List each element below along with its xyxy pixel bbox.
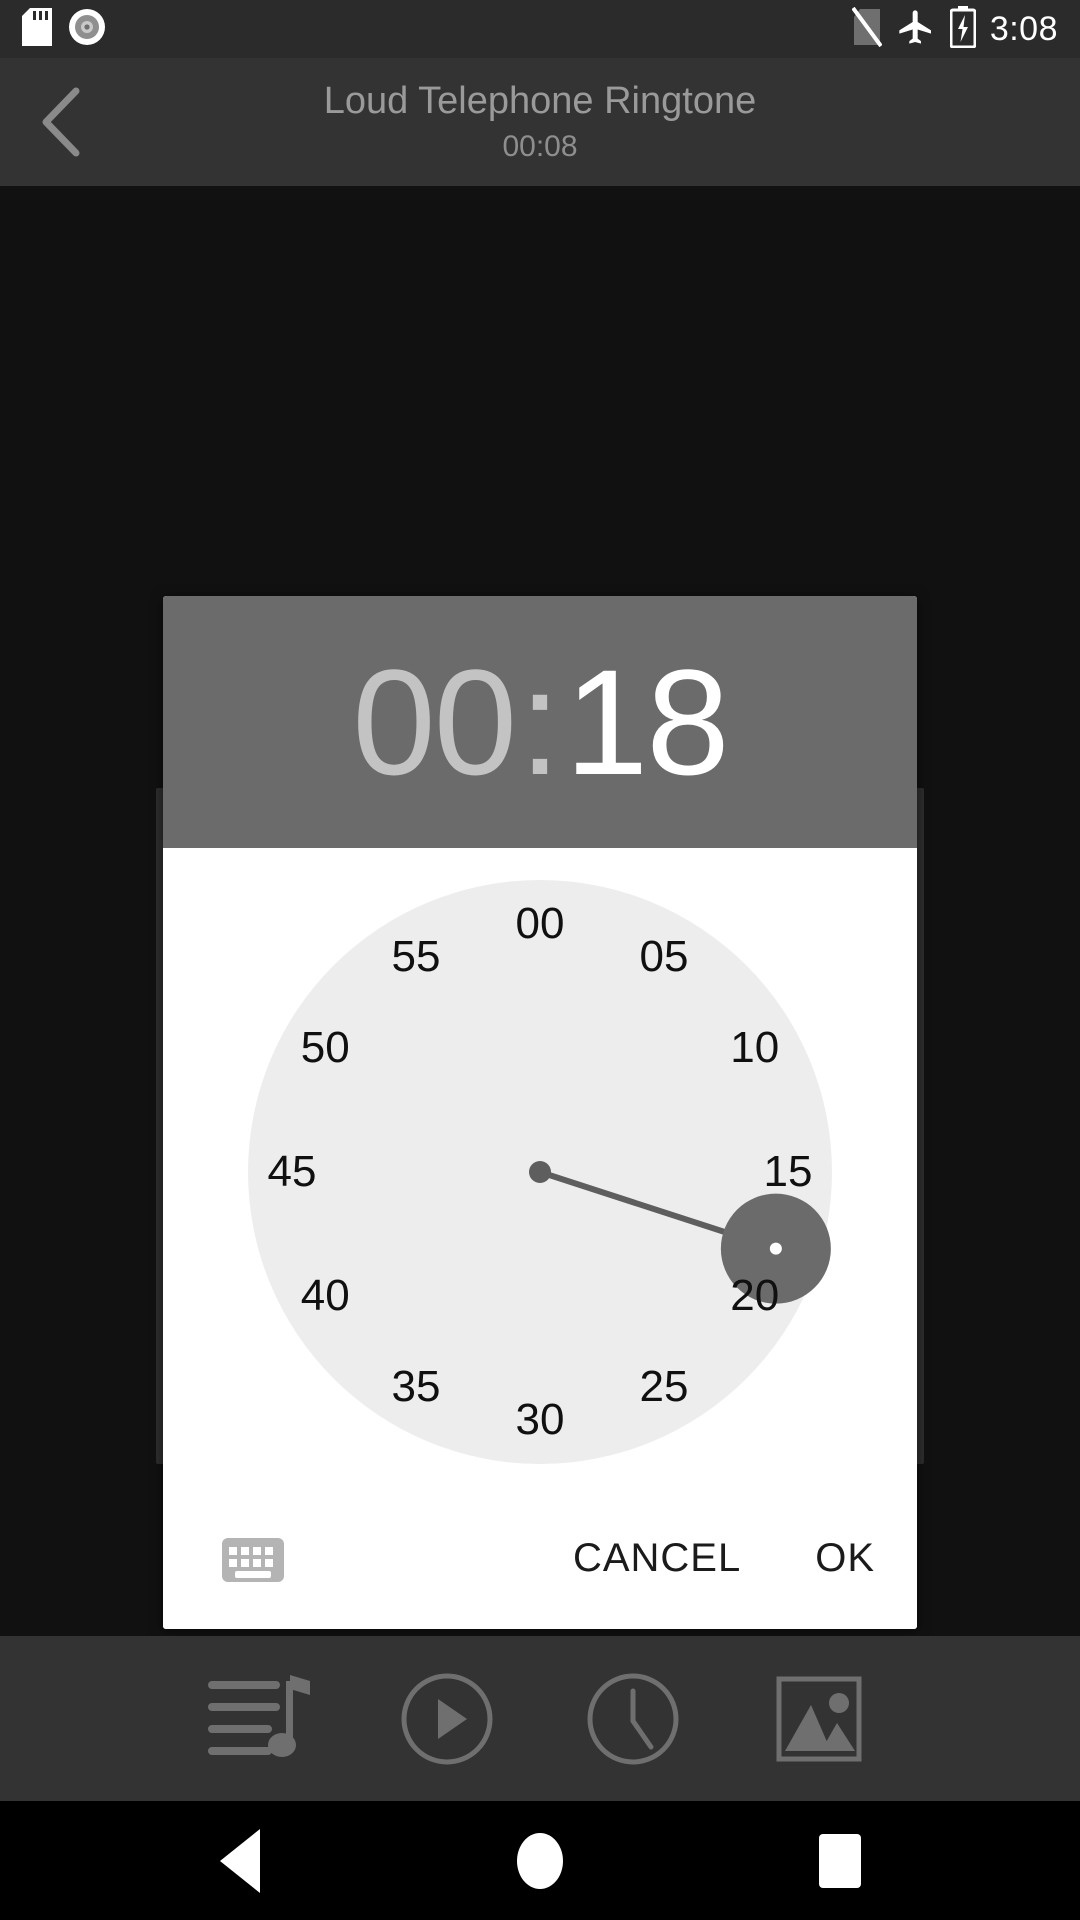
content-area: 00 : 18 00 05 10 15 20 25 30 35 40 45 50 55 — [0, 186, 1080, 1636]
time-separator: : — [519, 638, 561, 806]
page-title: Loud Telephone Ringtone — [323, 80, 757, 123]
clock-number-30[interactable]: 30 — [516, 1395, 565, 1445]
clock-number-55[interactable]: 55 — [392, 932, 441, 982]
status-bar: 3:08 — [0, 0, 1080, 58]
nav-home-button[interactable] — [390, 1801, 690, 1920]
clock-dial[interactable]: 00 05 10 15 20 25 30 35 40 45 50 55 — [163, 848, 917, 1488]
clock-hand — [537, 1169, 727, 1235]
time-display: 00 : 18 — [352, 638, 730, 806]
clock-number-40[interactable]: 40 — [301, 1271, 350, 1321]
nav-back-icon — [220, 1828, 260, 1893]
clock-selector-dot — [769, 1242, 782, 1255]
back-button[interactable] — [0, 58, 120, 186]
disc-record-icon — [68, 8, 106, 51]
clock-number-15[interactable]: 15 — [764, 1147, 813, 1197]
toolbar-item-artwork[interactable] — [726, 1636, 912, 1801]
cancel-button[interactable]: CANCEL — [573, 1536, 741, 1581]
footer-actions: CANCEL OK — [573, 1488, 875, 1629]
clock-number-10[interactable]: 10 — [730, 1023, 779, 1073]
nav-recents-button[interactable] — [690, 1801, 990, 1920]
title-block: Loud Telephone Ringtone 00:08 — [0, 58, 1080, 186]
battery-charging-icon — [949, 5, 977, 53]
toolbar-item-clock[interactable] — [540, 1636, 726, 1801]
clock-number-20[interactable]: 20 — [730, 1271, 779, 1321]
keyboard-icon — [222, 1538, 284, 1582]
track-duration: 00:08 — [502, 129, 578, 163]
nav-back-button[interactable] — [90, 1801, 390, 1920]
clock-number-25[interactable]: 25 — [640, 1362, 689, 1412]
playlist-music-icon — [208, 1674, 310, 1757]
ok-button[interactable]: OK — [815, 1536, 875, 1581]
hours-value[interactable]: 00 — [352, 647, 517, 797]
clock-number-00[interactable]: 00 — [516, 899, 565, 949]
android-nav-bar — [0, 1801, 1080, 1920]
sd-card-icon — [22, 7, 52, 51]
time-picker-header: 00 : 18 — [163, 596, 917, 848]
clock-number-05[interactable]: 05 — [640, 932, 689, 982]
chevron-left-icon — [42, 87, 80, 157]
time-picker-dialog: 00 : 18 00 05 10 15 20 25 30 35 40 45 50 55 — [163, 596, 917, 1629]
clock-number-50[interactable]: 50 — [301, 1023, 350, 1073]
time-picker-body: 00 05 10 15 20 25 30 35 40 45 50 55 — [163, 848, 917, 1488]
nav-home-icon — [517, 1832, 563, 1889]
status-bar-right-icons: 3:08 — [851, 5, 1058, 53]
app-title-bar: Loud Telephone Ringtone 00:08 — [0, 58, 1080, 186]
nav-recents-icon — [819, 1833, 861, 1888]
time-picker-footer: CANCEL OK — [163, 1488, 917, 1629]
toolbar-item-play[interactable] — [354, 1636, 540, 1801]
airplane-mode-icon — [896, 7, 936, 52]
status-bar-clock: 3:08 — [989, 9, 1058, 48]
play-circle-icon — [401, 1673, 493, 1764]
clock-center-hub — [529, 1161, 551, 1183]
status-bar-left-icons — [22, 7, 106, 51]
no-sim-icon — [851, 6, 883, 52]
toolbar-item-playlist[interactable] — [168, 1636, 354, 1801]
bottom-toolbar — [0, 1636, 1080, 1801]
keyboard-input-toggle[interactable] — [222, 1538, 284, 1582]
clock-number-35[interactable]: 35 — [392, 1362, 441, 1412]
minutes-value[interactable]: 18 — [565, 647, 730, 797]
image-icon — [776, 1676, 862, 1761]
clock-icon — [587, 1673, 679, 1764]
clock-number-45[interactable]: 45 — [268, 1147, 317, 1197]
